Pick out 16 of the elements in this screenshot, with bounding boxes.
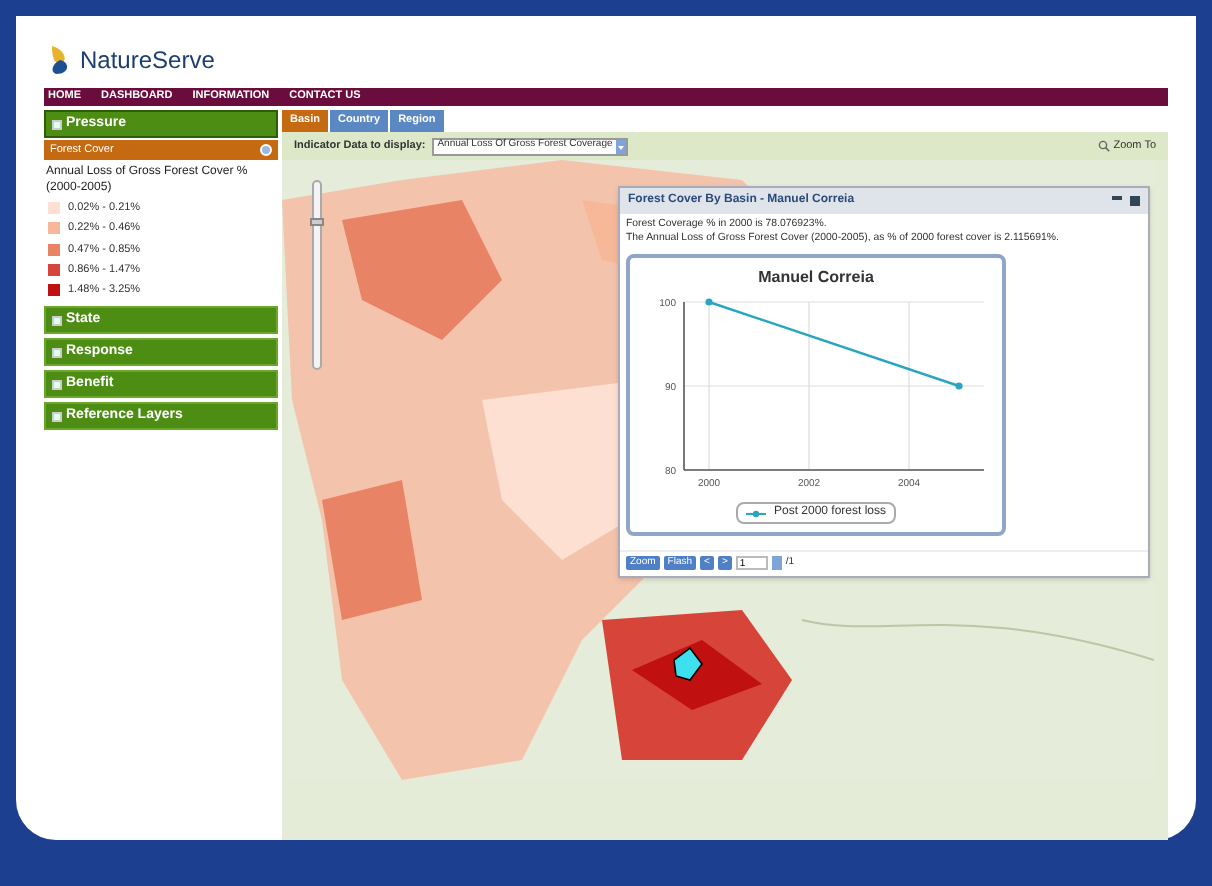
butterfly-logo-icon xyxy=(48,44,72,76)
data-point xyxy=(705,298,713,306)
data-point xyxy=(955,382,963,390)
magnifier-icon xyxy=(1097,140,1110,152)
info-icon xyxy=(260,144,272,156)
expand-icon xyxy=(52,315,62,326)
page-dropdown-icon[interactable] xyxy=(771,555,782,570)
dropdown-arrow-icon xyxy=(616,139,627,153)
expand-icon xyxy=(52,119,62,129)
legend-marker-icon xyxy=(745,509,766,517)
chart-title: Manuel Correia xyxy=(758,268,874,286)
zoom-slider-thumb[interactable] xyxy=(310,217,324,226)
expand-icon xyxy=(52,347,62,358)
logo-text: NatureServe xyxy=(80,44,215,78)
expand-icon xyxy=(52,411,62,422)
expand-icon xyxy=(52,379,62,390)
